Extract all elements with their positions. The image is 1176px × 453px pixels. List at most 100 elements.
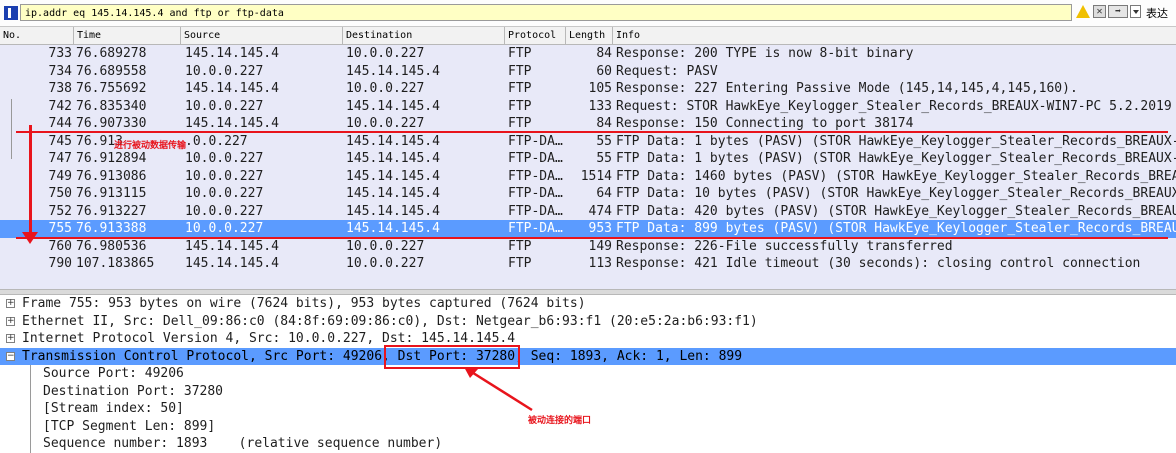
packet-cell-proto: FTP-DA… xyxy=(508,203,563,219)
packet-cell-proto: FTP xyxy=(508,63,532,79)
packet-details-pane[interactable]: + Frame 755: 953 bytes on wire (7624 bit… xyxy=(0,295,1176,453)
detail-frame-text: Frame 755: 953 bytes on wire (7624 bits)… xyxy=(22,296,586,311)
packet-row[interactable]: 742 76.835340 10.0.0.227 145.14.145.4 FTP 133… xyxy=(0,98,1176,116)
column-header-no[interactable]: No. xyxy=(0,27,74,44)
expand-icon[interactable]: + xyxy=(6,334,15,343)
apply-filter-icon[interactable]: ➡ xyxy=(1108,5,1128,18)
conversation-tree-line xyxy=(11,99,12,159)
expand-icon[interactable]: + xyxy=(6,299,15,308)
packet-cell-time: 76.755692 xyxy=(76,81,147,96)
packet-cell-no: 734 xyxy=(48,63,72,79)
packet-cell-proto: FTP xyxy=(508,81,532,96)
packet-cell-no: 790 xyxy=(48,256,72,271)
detail-frame[interactable]: + Frame 755: 953 bytes on wire (7624 bit… xyxy=(0,295,1176,313)
detail-ip[interactable]: + Internet Protocol Version 4, Src: 10.0… xyxy=(0,330,1176,348)
clear-filter-icon[interactable]: ✕ xyxy=(1093,5,1106,18)
packet-row[interactable]: 752 76.913227 10.0.0.227 145.14.145.4 FTP-DA… xyxy=(0,203,1176,221)
packet-row[interactable]: 733 76.689278 145.14.145.4 10.0.0.227 FTP 84 R… xyxy=(0,45,1176,63)
packet-cell-time: 76.689558 xyxy=(76,63,147,79)
packet-cell-time: 76.835340 xyxy=(76,98,147,114)
packet-cell-no: 752 xyxy=(48,203,72,219)
detail-stream-index: [Stream index: 50] xyxy=(43,401,184,416)
packet-cell-len: 113 xyxy=(588,256,612,271)
packet-cell-time: 107.183865 xyxy=(76,256,155,271)
column-header-protocol[interactable]: Protocol xyxy=(505,27,566,44)
packet-cell-src: 10.0.0.227 xyxy=(185,151,264,166)
detail-tcp-child[interactable]: Destination Port: 37280 xyxy=(0,383,1176,401)
packet-cell-info: Response: 150 Connecting to port 38174 xyxy=(616,116,914,131)
column-header-source[interactable]: Source xyxy=(181,27,343,44)
detail-tcp-child[interactable]: Source Port: 49206 xyxy=(0,365,1176,383)
packet-row[interactable]: 744 76.907330 145.14.145.4 10.0.0.227 FTP 84 R… xyxy=(0,115,1176,133)
packet-cell-dst: 145.14.145.4 xyxy=(346,151,440,166)
packet-row[interactable]: 734 76.689558 10.0.0.227 145.14.145.4 FTP 60 R… xyxy=(0,63,1176,81)
detail-tcp-text: Transmission Control Protocol, Src Port:… xyxy=(22,348,743,364)
detail-sequence-number: Sequence number: 1893 (relative sequence… xyxy=(43,436,443,451)
packet-cell-src: 145.14.145.4 xyxy=(185,46,279,61)
packet-cell-proto: FTP-DA… xyxy=(508,221,563,236)
packet-cell-dst: 10.0.0.227 xyxy=(346,81,425,96)
detail-tcp[interactable]: − Transmission Control Protocol, Src Por… xyxy=(0,347,1176,365)
packet-cell-proto: FTP xyxy=(508,256,532,271)
dropdown-arrow-icon[interactable] xyxy=(1130,5,1141,18)
packet-cell-src: 10.0.0.227 xyxy=(185,186,264,201)
packet-cell-len: 55 xyxy=(596,151,612,166)
packet-row[interactable]: 755 76.913388 10.0.0.227 145.14.145.4 FTP-DA… xyxy=(0,220,1176,238)
packet-cell-dst: 145.14.145.4 xyxy=(346,168,440,184)
packet-cell-src: 10.0.0.227 xyxy=(185,221,264,236)
packet-row[interactable]: 747 76.912894 10.0.0.227 145.14.145.4 FTP-DA… xyxy=(0,150,1176,168)
packet-cell-dst: 145.14.145.4 xyxy=(346,63,440,79)
packet-cell-len: 60 xyxy=(596,63,612,79)
packet-row[interactable]: 790 107.183865 145.14.145.4 10.0.0.227 FTP 11… xyxy=(0,255,1176,273)
packet-row[interactable]: 750 76.913115 10.0.0.227 145.14.145.4 FTP-DA… xyxy=(0,185,1176,203)
detail-destination-port: Destination Port: 37280 xyxy=(43,383,224,399)
packet-cell-no: 749 xyxy=(48,168,72,184)
annotation-pointer-arrow xyxy=(464,367,533,412)
packet-row[interactable]: 760 76.980536 145.14.145.4 10.0.0.227 FTP 149… xyxy=(0,238,1176,256)
packet-list-header: No. Time Source Destination Protocol Len… xyxy=(0,27,1176,45)
annotation-down-arrow xyxy=(29,125,32,238)
detail-tcp-child[interactable]: Sequence number: 1893 (relative sequence… xyxy=(0,435,1176,453)
column-header-time[interactable]: Time xyxy=(74,27,181,44)
packet-cell-len: 105 xyxy=(588,81,612,96)
packet-cell-len: 133 xyxy=(588,98,612,114)
packet-cell-info: FTP Data: 1 bytes (PASV) (STOR HawkEye_K… xyxy=(616,133,1176,149)
packet-cell-dst: 145.14.145.4 xyxy=(346,133,440,149)
display-filter-input[interactable]: ip.addr eq 145.14.145.4 and ftp or ftp-d… xyxy=(20,4,1072,21)
packet-cell-no: 733 xyxy=(48,46,72,61)
packet-cell-proto: FTP xyxy=(508,46,532,61)
packet-list[interactable]: No. Time Source Destination Protocol Len… xyxy=(0,27,1176,289)
packet-cell-no: 738 xyxy=(48,81,72,96)
packet-row[interactable]: 749 76.913086 10.0.0.227 145.14.145.4 FTP-DA… xyxy=(0,168,1176,186)
packet-cell-len: 55 xyxy=(596,133,612,149)
packet-cell-proto: FTP-DA… xyxy=(508,186,563,201)
packet-cell-dst: 145.14.145.4 xyxy=(346,98,440,114)
packet-cell-len: 474 xyxy=(588,203,612,219)
packet-cell-info: FTP Data: 10 bytes (PASV) (STOR HawkEye_… xyxy=(616,186,1176,201)
packet-cell-time: 76.913227 xyxy=(76,203,147,219)
expand-icon[interactable]: + xyxy=(6,316,15,326)
packet-cell-time: 76.913115 xyxy=(76,186,147,201)
filter-bookmark-icon[interactable] xyxy=(4,6,18,20)
packet-cell-proto: FTP-DA… xyxy=(508,168,563,184)
packet-cell-len: 84 xyxy=(596,116,612,131)
packet-cell-len: 84 xyxy=(596,46,612,61)
packet-row[interactable]: 738 76.755692 145.14.145.4 10.0.0.227 FTP 105… xyxy=(0,80,1176,98)
column-header-info[interactable]: Info xyxy=(613,27,1176,44)
column-header-length[interactable]: Length xyxy=(566,27,613,44)
expression-button[interactable]: 表达 xyxy=(1146,5,1168,21)
packet-cell-proto: FTP-DA… xyxy=(508,151,563,166)
collapse-icon[interactable]: − xyxy=(6,351,15,361)
packet-cell-info: FTP Data: 1460 bytes (PASV) (STOR HawkEy… xyxy=(616,168,1176,184)
packet-cell-src: 145.14.145.4 xyxy=(185,116,279,131)
packet-cell-proto: FTP-DA… xyxy=(508,133,563,149)
packet-cell-proto: FTP xyxy=(508,98,532,114)
packet-cell-len: 64 xyxy=(596,186,612,201)
packet-cell-src: .0.0.227 xyxy=(185,133,248,149)
column-header-destination[interactable]: Destination xyxy=(343,27,505,44)
display-filter-toolbar: ip.addr eq 145.14.145.4 and ftp or ftp-d… xyxy=(0,0,1176,27)
packet-cell-src: 10.0.0.227 xyxy=(185,203,264,219)
packet-cell-info: FTP Data: 899 bytes (PASV) (STOR HawkEye… xyxy=(616,221,1176,236)
detail-ethernet[interactable]: + Ethernet II, Src: Dell_09:86:c0 (84:8f… xyxy=(0,313,1176,331)
packet-cell-time: 76.907330 xyxy=(76,116,147,131)
